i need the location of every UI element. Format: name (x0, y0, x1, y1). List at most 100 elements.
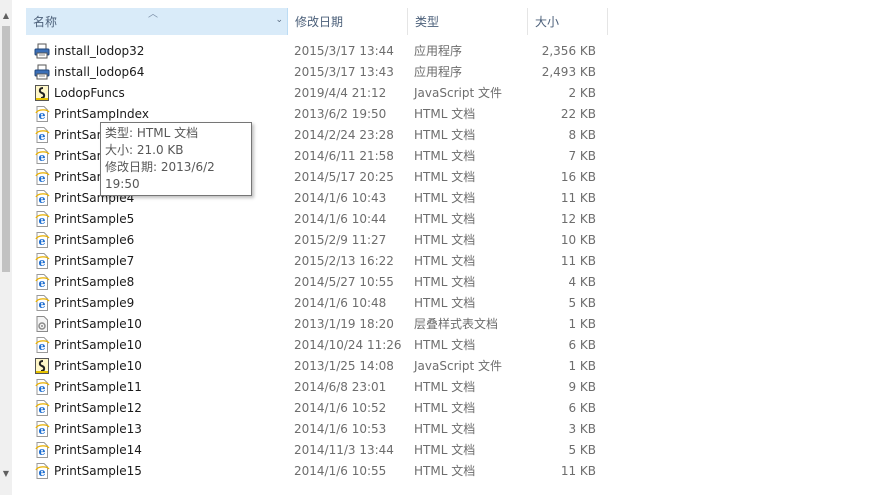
file-type: HTML 文档 (414, 170, 476, 184)
chevron-down-icon[interactable]: ⌄ (275, 15, 283, 25)
file-name-cell[interactable]: PrintSample10 (26, 315, 288, 332)
file-type: HTML 文档 (414, 401, 476, 415)
scroll-down-arrow-icon[interactable]: ▼ (0, 466, 12, 480)
file-row[interactable]: e PrintSample12 2014/1/6 10:52 HTML 文档 6 KB (26, 397, 608, 418)
file-size: 22 KB (560, 106, 596, 121)
sort-ascending-icon: ︿ (148, 9, 158, 20)
file-name: PrintSample10 (54, 358, 142, 373)
file-type: HTML 文档 (414, 233, 476, 247)
file-row[interactable]: e PrintSample6 2015/2/9 11:27 HTML 文档 10 KB (26, 229, 608, 250)
column-header-name-label: 名称 (33, 15, 58, 29)
file-name: PrintSample10 (54, 316, 142, 331)
file-size: 8 KB (568, 127, 596, 142)
scroll-up-arrow-icon[interactable]: ▲ (0, 8, 12, 22)
file-size: 11 KB (560, 190, 596, 205)
column-header-date[interactable]: 修改日期 (288, 8, 408, 35)
file-type: HTML 文档 (414, 443, 476, 457)
file-date: 2014/1/6 10:48 (294, 295, 387, 310)
file-row[interactable]: LodopFuncs 2019/4/4 21:12 JavaScript 文件 2 K… (26, 82, 608, 103)
scrollbar-thumb[interactable] (2, 26, 10, 272)
file-row[interactable]: PrintSample10 2013/1/25 14:08 JavaScript 文… (26, 355, 608, 376)
file-name-cell[interactable]: e PrintSample15 (26, 462, 288, 479)
vertical-scrollbar[interactable]: ▲ ▼ (0, 0, 12, 495)
file-date: 2014/5/17 20:25 (294, 169, 394, 184)
file-row[interactable]: install_lodop64 2015/3/17 13:43 应用程序 2,493 … (26, 61, 608, 82)
file-name-cell[interactable]: install_lodop64 (26, 64, 288, 80)
file-type: HTML 文档 (414, 149, 476, 163)
file-name-cell[interactable]: install_lodop32 (26, 43, 288, 59)
css-file-icon (34, 315, 50, 332)
file-name-cell[interactable]: e PrintSample6 (26, 231, 288, 248)
file-row[interactable]: e PrintSample13 2014/1/6 10:53 HTML 文档 3 KB (26, 418, 608, 439)
file-row[interactable]: e PrintSampIndex 2013/6/2 19:50 HTML 文档 22 K… (26, 103, 608, 124)
file-size: 9 KB (568, 379, 596, 394)
javascript-file-icon (34, 84, 50, 101)
file-name: LodopFuncs (54, 85, 125, 100)
html-file-icon: e (34, 378, 50, 395)
file-name: PrintSampIndex (54, 106, 149, 121)
file-row[interactable]: e PrintSample11 2014/6/8 23:01 HTML 文档 9 KB (26, 376, 608, 397)
file-type: HTML 文档 (414, 296, 476, 310)
file-date: 2014/6/11 21:58 (294, 148, 394, 163)
file-date: 2015/2/9 11:27 (294, 232, 387, 247)
html-file-icon: e (34, 336, 50, 353)
file-type: HTML 文档 (414, 107, 476, 121)
file-size: 1 KB (568, 316, 596, 331)
file-row[interactable]: e PrintSample9 2014/1/6 10:48 HTML 文档 5 KB (26, 292, 608, 313)
file-name-cell[interactable]: e PrintSample7 (26, 252, 288, 269)
file-date: 2014/10/24 11:26 (294, 337, 402, 352)
file-date: 2014/1/6 10:52 (294, 400, 387, 415)
file-name-cell[interactable]: e PrintSampIndex (26, 105, 288, 122)
file-row[interactable]: e PrintSample5 2014/1/6 10:44 HTML 文档 12 KB (26, 208, 608, 229)
file-date: 2014/2/24 23:28 (294, 127, 394, 142)
file-date: 2014/1/6 10:55 (294, 463, 387, 478)
file-row[interactable]: PrintSample10 2013/1/19 18:20 层叠样式表文档 1 KB (26, 313, 608, 334)
file-date: 2014/6/8 23:01 (294, 379, 387, 394)
file-name-cell[interactable]: e PrintSample14 (26, 441, 288, 458)
file-name: PrintSample13 (54, 421, 142, 436)
file-name: PrintSample12 (54, 400, 142, 415)
file-name-cell[interactable]: PrintSample10 (26, 357, 288, 374)
file-date: 2013/1/25 14:08 (294, 358, 394, 373)
file-name-cell[interactable]: e PrintSample12 (26, 399, 288, 416)
file-date: 2015/2/13 16:22 (294, 253, 394, 268)
file-name-cell[interactable]: LodopFuncs (26, 84, 288, 101)
file-name-cell[interactable]: e PrintSample8 (26, 273, 288, 290)
file-name-cell[interactable]: e PrintSample9 (26, 294, 288, 311)
column-header-type[interactable]: 类型 (408, 8, 528, 35)
column-header-size[interactable]: 大小 (528, 8, 608, 35)
file-name: PrintSample9 (54, 295, 135, 310)
file-size: 4 KB (568, 274, 596, 289)
file-type: 层叠样式表文档 (414, 317, 499, 331)
file-row[interactable]: e PrintSample10 2014/10/24 11:26 HTML 文档 6 K… (26, 334, 608, 355)
javascript-file-icon (34, 357, 50, 374)
file-name-cell[interactable]: e PrintSample5 (26, 210, 288, 227)
file-size: 16 KB (560, 169, 596, 184)
file-size: 11 KB (560, 463, 596, 478)
file-name-cell[interactable]: e PrintSample13 (26, 420, 288, 437)
file-name: install_lodop32 (54, 43, 145, 58)
html-file-icon: e (34, 210, 50, 227)
column-header-date-label: 修改日期 (295, 15, 344, 29)
html-file-icon: e (34, 168, 50, 185)
file-date: 2014/1/6 10:53 (294, 421, 387, 436)
html-file-icon: e (34, 420, 50, 437)
file-type: HTML 文档 (414, 128, 476, 142)
tooltip-type-line: 类型: HTML 文档 (105, 126, 199, 140)
file-row[interactable]: e PrintSample14 2014/11/3 13:44 HTML 文档 5 KB (26, 439, 608, 460)
file-name-cell[interactable]: e PrintSample11 (26, 378, 288, 395)
column-header-name[interactable]: ︿ 名称 ⌄ (26, 8, 288, 35)
printer-app-icon (34, 64, 50, 80)
file-row[interactable]: install_lodop32 2015/3/17 13:44 应用程序 2,356 … (26, 40, 608, 61)
file-name-cell[interactable]: e PrintSample10 (26, 336, 288, 353)
html-file-icon: e (34, 231, 50, 248)
file-name: PrintSample5 (54, 211, 135, 226)
file-size: 11 KB (560, 253, 596, 268)
file-row[interactable]: e PrintSample7 2015/2/13 16:22 HTML 文档 11 KB (26, 250, 608, 271)
file-row[interactable]: e PrintSample15 2014/1/6 10:55 HTML 文档 11 KB (26, 460, 608, 481)
file-name: PrintSample15 (54, 463, 142, 478)
file-size: 5 KB (568, 295, 596, 310)
file-size: 10 KB (560, 232, 596, 247)
file-name: PrintSample6 (54, 232, 135, 247)
file-row[interactable]: e PrintSample8 2014/5/27 10:55 HTML 文档 4 KB (26, 271, 608, 292)
